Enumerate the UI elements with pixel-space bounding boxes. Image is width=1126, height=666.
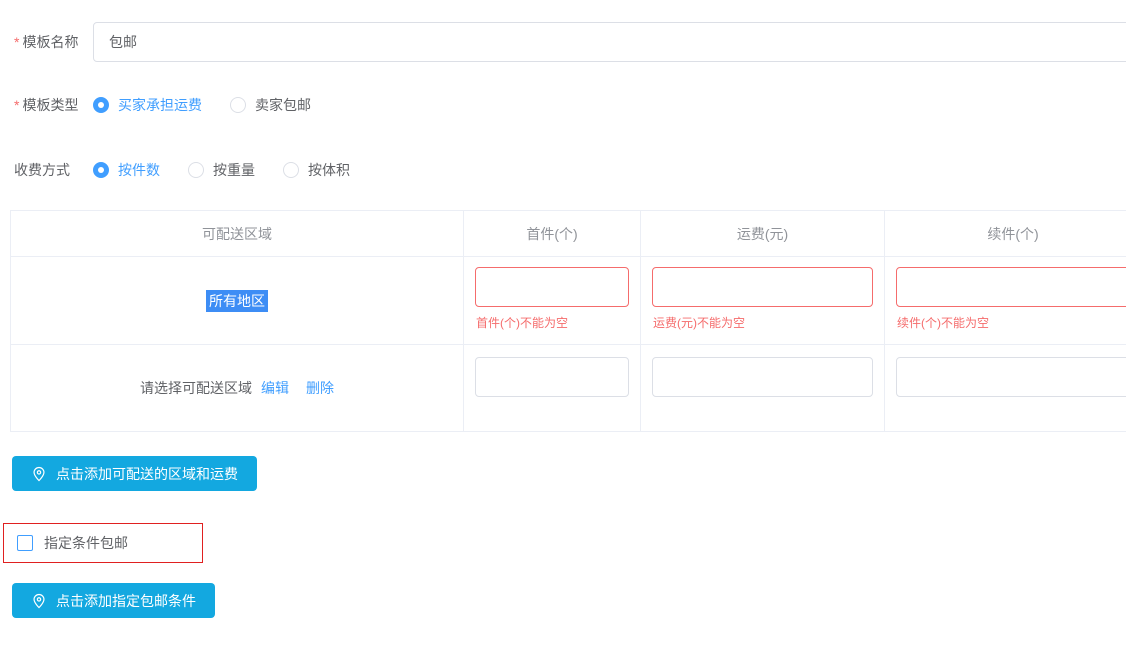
add-free-shipping-condition-button[interactable]: 点击添加指定包邮条件 (12, 583, 215, 618)
radio-option-label: 按体积 (308, 160, 350, 180)
template-name-row: *模板名称 (0, 22, 1126, 62)
location-pin-icon (31, 593, 47, 609)
location-pin-icon (31, 466, 47, 482)
template-type-row: *模板类型 买家承担运费 卖家包邮 (0, 95, 1126, 115)
required-asterisk: * (14, 34, 19, 50)
table-row: 所有地区 首件(个)不能为空 运费(元)不能为空 续件(个)不能为空 (11, 257, 1126, 345)
radio-unchecked-icon (188, 162, 204, 178)
first-piece-input[interactable] (475, 357, 629, 397)
charge-method-radio-group: 按件数 按重量 按体积 (93, 160, 350, 180)
header-deliverable-region: 可配送区域 (11, 211, 464, 257)
select-region-text: 请选择可配送区域 (140, 378, 252, 398)
shipping-fee-input[interactable] (652, 357, 873, 397)
radio-by-weight[interactable]: 按重量 (188, 160, 255, 180)
header-additional-piece: 续件(个) (885, 211, 1126, 257)
additional-piece-error: 续件(个)不能为空 (896, 314, 1126, 331)
radio-checked-icon (93, 162, 109, 178)
radio-by-volume[interactable]: 按体积 (283, 160, 350, 180)
radio-seller-free-shipping[interactable]: 卖家包邮 (230, 95, 311, 115)
additional-piece-input[interactable] (896, 357, 1126, 397)
region-cell: 所有地区 (11, 257, 464, 345)
conditional-free-shipping-box: 指定条件包邮 (3, 523, 203, 563)
shipping-fee-cell (641, 345, 885, 432)
add-free-shipping-condition-button-label: 点击添加指定包邮条件 (56, 591, 196, 611)
edit-region-link[interactable]: 编辑 (261, 378, 289, 398)
additional-piece-input[interactable] (896, 267, 1126, 307)
first-piece-cell: 首件(个)不能为空 (464, 257, 641, 345)
region-cell: 请选择可配送区域 编辑 删除 (11, 345, 464, 432)
charge-method-label: 收费方式 (14, 160, 80, 180)
radio-option-label: 买家承担运费 (118, 95, 202, 115)
first-piece-input[interactable] (475, 267, 629, 307)
shipping-fee-table: 可配送区域 首件(个) 运费(元) 续件(个) 所有地区 首件(个)不能为空 运… (10, 210, 1126, 432)
add-region-fee-button-label: 点击添加可配送的区域和运费 (56, 464, 238, 484)
first-piece-cell (464, 345, 641, 432)
delete-region-link[interactable]: 删除 (306, 378, 334, 398)
region-all-areas-text[interactable]: 所有地区 (206, 290, 268, 312)
conditional-free-shipping-label: 指定条件包邮 (44, 533, 128, 553)
radio-option-label: 卖家包邮 (255, 95, 311, 115)
conditional-free-shipping-checkbox[interactable] (17, 535, 33, 551)
add-region-fee-button[interactable]: 点击添加可配送的区域和运费 (12, 456, 257, 491)
table-header-row: 可配送区域 首件(个) 运费(元) 续件(个) (11, 211, 1126, 257)
radio-unchecked-icon (230, 97, 246, 113)
shipping-fee-input[interactable] (652, 267, 873, 307)
radio-option-label: 按重量 (213, 160, 255, 180)
header-first-piece: 首件(个) (464, 211, 641, 257)
header-shipping-fee: 运费(元) (641, 211, 885, 257)
additional-piece-cell: 续件(个)不能为空 (885, 257, 1126, 345)
charge-method-row: 收费方式 按件数 按重量 按体积 (0, 160, 1126, 180)
template-type-radio-group: 买家承担运费 卖家包邮 (93, 95, 311, 115)
template-name-label: *模板名称 (14, 32, 80, 52)
table-row: 请选择可配送区域 编辑 删除 (11, 345, 1126, 432)
radio-option-label: 按件数 (118, 160, 160, 180)
template-name-input[interactable] (93, 22, 1126, 62)
radio-by-piece[interactable]: 按件数 (93, 160, 160, 180)
radio-buyer-pays-shipping[interactable]: 买家承担运费 (93, 95, 202, 115)
radio-checked-icon (93, 97, 109, 113)
required-asterisk: * (14, 97, 19, 113)
radio-unchecked-icon (283, 162, 299, 178)
shipping-fee-cell: 运费(元)不能为空 (641, 257, 885, 345)
additional-piece-cell (885, 345, 1126, 432)
first-piece-error: 首件(个)不能为空 (475, 314, 629, 331)
shipping-fee-error: 运费(元)不能为空 (652, 314, 873, 331)
template-type-label: *模板类型 (14, 95, 80, 115)
